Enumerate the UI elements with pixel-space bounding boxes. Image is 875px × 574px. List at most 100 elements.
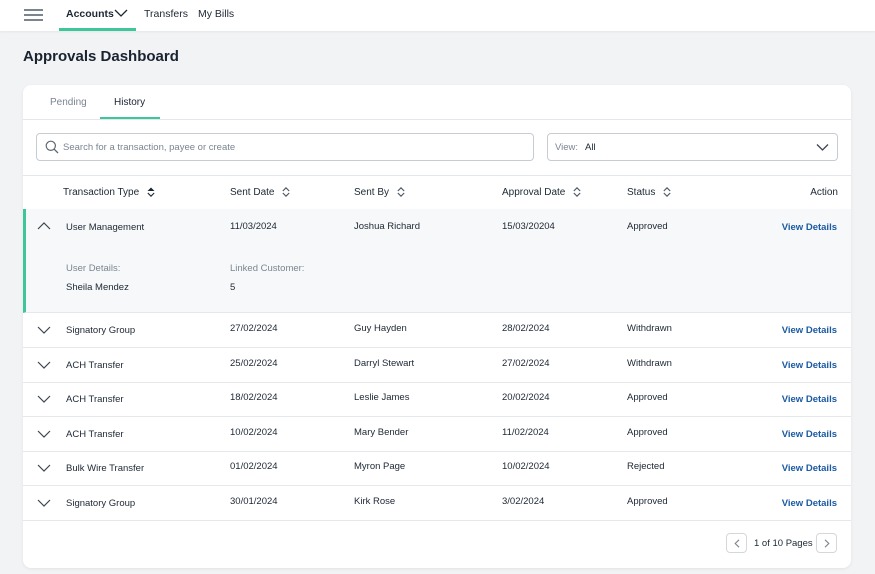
tab-bar: Pending History: [23, 85, 851, 120]
view-details-link[interactable]: View Details: [782, 325, 837, 336]
search-input[interactable]: [63, 134, 523, 160]
column-header-label: Sent By: [354, 187, 390, 198]
cell-status: Approved: [627, 496, 668, 507]
sort-icon: [282, 187, 291, 198]
cell-sent-date: 18/02/2024: [230, 392, 278, 403]
expanded-row-details: User Details: Sheila Mendez Linked Custo…: [23, 243, 851, 313]
cell-status: Approved: [627, 427, 668, 438]
user-details-label: User Details:: [66, 263, 121, 274]
cell-transaction-type: User Management: [66, 222, 145, 233]
tab-pending[interactable]: Pending: [50, 97, 87, 108]
chevron-down-icon: [816, 144, 829, 151]
pagination-status: 1 of 10 Pages: [754, 538, 813, 549]
column-header-approval-date[interactable]: Approval Date: [502, 187, 581, 198]
nav-active-indicator: [59, 28, 136, 31]
previous-page-button[interactable]: [726, 533, 747, 553]
view-details-link[interactable]: View Details: [782, 360, 837, 371]
cell-transaction-type: Bulk Wire Transfer: [66, 463, 145, 474]
nav-item-accounts[interactable]: Accounts: [66, 8, 114, 20]
cell-status: Withdrawn: [627, 358, 672, 369]
table-row[interactable]: ACH Transfer 18/02/2024 Leslie James 20/…: [23, 382, 851, 417]
tab-history[interactable]: History: [114, 97, 145, 108]
cell-transaction-type: ACH Transfer: [66, 429, 124, 440]
page-title: Approvals Dashboard: [23, 48, 179, 65]
nav-item-my-bills[interactable]: My Bills: [198, 8, 234, 20]
column-header-label: Status: [627, 187, 656, 198]
column-header-status[interactable]: Status: [627, 187, 671, 198]
user-details-value: Sheila Mendez: [66, 282, 129, 293]
chevron-down-icon[interactable]: [37, 429, 51, 439]
view-details-link[interactable]: View Details: [782, 498, 837, 509]
cell-status: Approved: [627, 392, 668, 403]
view-select[interactable]: View: All: [547, 133, 838, 161]
cell-sent-by: Mary Bender: [354, 427, 409, 438]
cell-sent-date: 10/02/2024: [230, 427, 278, 438]
cell-sent-date: 30/01/2024: [230, 496, 278, 507]
table-row[interactable]: Signatory Group 30/01/2024 Kirk Rose 3/0…: [23, 486, 851, 521]
cell-approval-date: 20/02/2024: [502, 392, 550, 403]
tab-active-indicator: [100, 117, 160, 119]
column-header-sent-date[interactable]: Sent Date: [230, 187, 291, 198]
sort-active-icon: [147, 187, 155, 198]
cell-sent-date: 11/03/2024: [230, 221, 277, 232]
column-header-label: Approval Date: [502, 187, 566, 198]
view-details-link[interactable]: View Details: [782, 222, 837, 233]
cell-transaction-type: Signatory Group: [66, 325, 136, 336]
cell-approval-date: 3/02/2024: [502, 496, 545, 507]
search-box[interactable]: [36, 133, 534, 161]
chevron-down-icon[interactable]: [37, 463, 51, 473]
table-row[interactable]: User Management 11/03/2024 Joshua Richar…: [23, 209, 851, 244]
view-details-link[interactable]: View Details: [782, 429, 837, 440]
cell-status: Withdrawn: [627, 323, 672, 334]
sort-icon: [397, 187, 405, 198]
chevron-down-icon[interactable]: [37, 360, 51, 370]
cell-sent-by: Guy Hayden: [354, 323, 407, 334]
next-page-button[interactable]: [816, 533, 837, 553]
cell-sent-by: Myron Page: [354, 461, 406, 472]
cell-sent-date: 27/02/2024: [230, 323, 278, 334]
cell-approval-date: 15/03/20204: [502, 221, 555, 232]
chevron-down-icon[interactable]: [37, 498, 51, 508]
nav-item-transfers[interactable]: Transfers: [144, 8, 188, 20]
chevron-left-icon: [734, 539, 740, 548]
view-details-link[interactable]: View Details: [782, 463, 837, 474]
cell-sent-by: Leslie James: [354, 392, 410, 403]
cell-approval-date: 11/02/2024: [502, 427, 549, 438]
chevron-down-icon[interactable]: [37, 394, 51, 404]
column-header-label: Transaction Type: [63, 187, 140, 198]
cell-sent-date: 25/02/2024: [230, 358, 278, 369]
view-select-value: All: [585, 142, 596, 153]
cell-approval-date: 10/02/2024: [502, 461, 550, 472]
cell-sent-by: Joshua Richard: [354, 221, 421, 232]
linked-customer-value: 5: [230, 282, 236, 293]
menu-icon[interactable]: [24, 9, 43, 21]
sort-icon: [663, 187, 671, 198]
table-row[interactable]: ACH Transfer 10/02/2024 Mary Bender 11/0…: [23, 417, 851, 452]
chevron-right-icon: [824, 539, 830, 548]
cell-approval-date: 28/02/2024: [502, 323, 550, 334]
chevron-down-icon[interactable]: [114, 8, 128, 18]
cell-approval-date: 27/02/2024: [502, 358, 550, 369]
search-icon: [45, 140, 59, 154]
table-header: Transaction Type Sent Date Sent By Appro…: [23, 175, 851, 210]
cell-transaction-type: ACH Transfer: [66, 360, 124, 371]
chevron-up-icon[interactable]: [37, 221, 51, 231]
table-row[interactable]: Bulk Wire Transfer 01/02/2024 Myron Page…: [23, 451, 851, 486]
column-header-sent-by[interactable]: Sent By: [354, 187, 405, 198]
column-header-label: Sent Date: [230, 187, 275, 198]
column-header-transaction-type[interactable]: Transaction Type: [63, 187, 155, 198]
cell-sent-by: Darryl Stewart: [354, 358, 415, 369]
view-select-label: View:: [555, 142, 579, 153]
cell-status: Approved: [627, 221, 668, 232]
table-row[interactable]: ACH Transfer 25/02/2024 Darryl Stewart 2…: [23, 348, 851, 383]
chevron-down-icon[interactable]: [37, 325, 51, 335]
top-nav: Accounts Transfers My Bills: [0, 0, 875, 31]
cell-transaction-type: ACH Transfer: [66, 394, 124, 405]
cell-transaction-type: Signatory Group: [66, 498, 136, 509]
table-row[interactable]: Signatory Group 27/02/2024 Guy Hayden 28…: [23, 313, 851, 348]
linked-customer-label: Linked Customer:: [230, 263, 305, 274]
cell-status: Rejected: [627, 461, 665, 472]
cell-sent-date: 01/02/2024: [230, 461, 278, 472]
approvals-card: Pending History View: All Transaction Ty…: [23, 85, 851, 568]
view-details-link[interactable]: View Details: [782, 394, 837, 405]
